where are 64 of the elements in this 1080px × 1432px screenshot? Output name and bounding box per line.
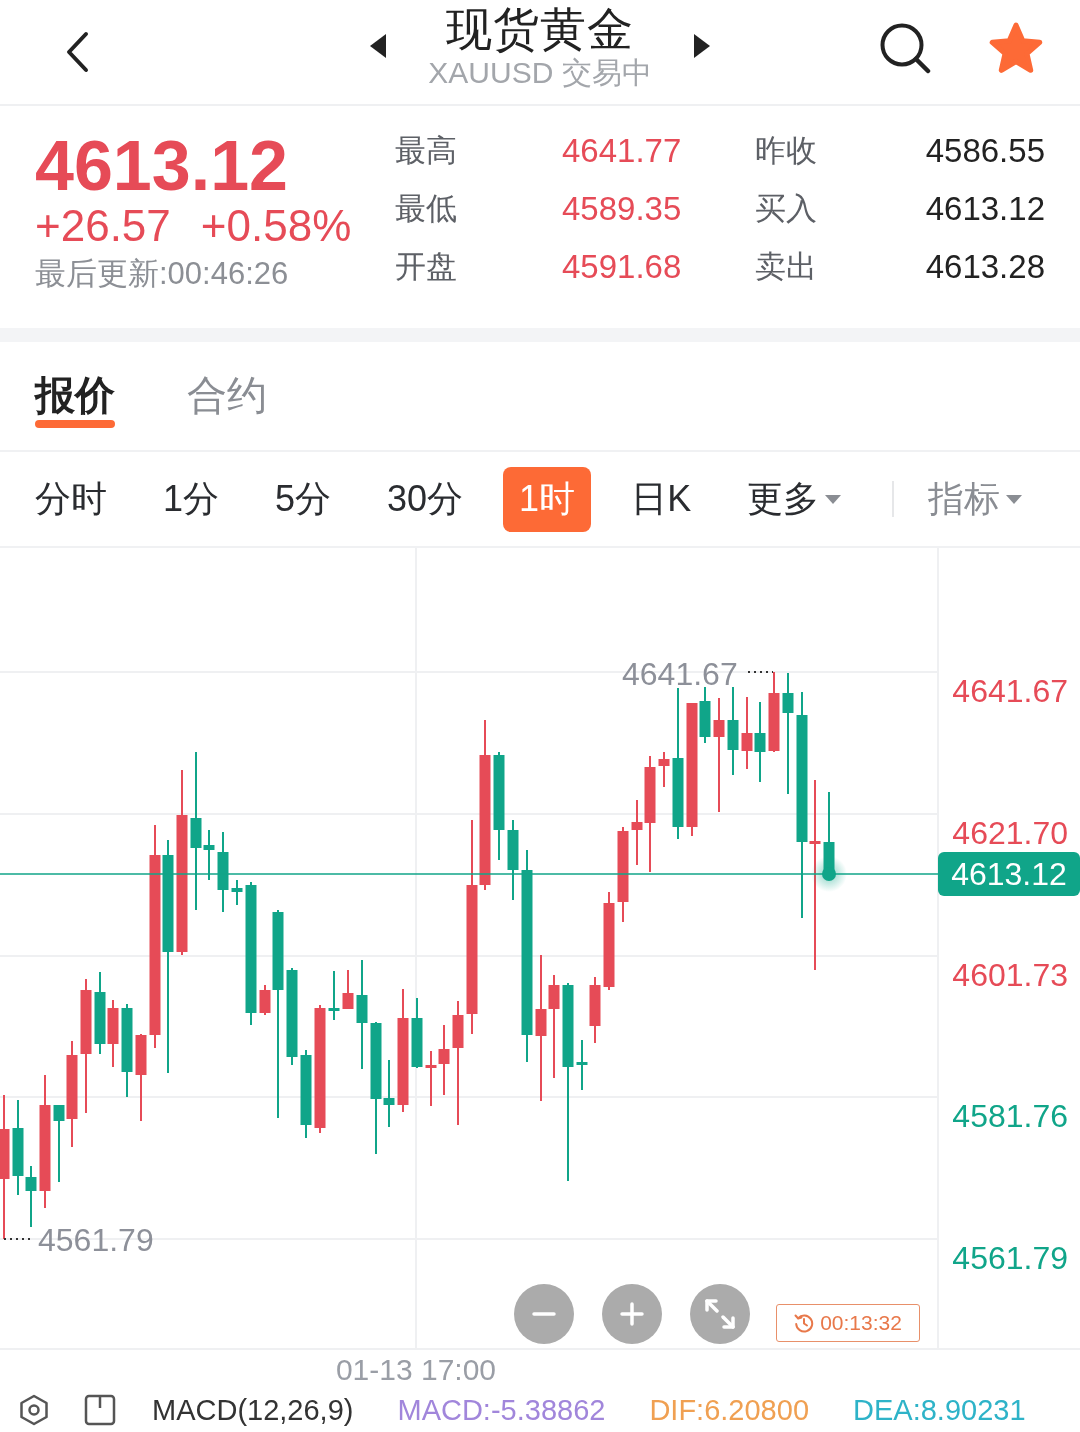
percent-change: +0.58% [200, 202, 352, 250]
candlestick [658, 751, 670, 788]
candlestick [425, 1050, 437, 1107]
high-price-label: 4641.67 [622, 656, 738, 692]
page-title: 现货黄金 [446, 3, 634, 55]
triangle-right-icon[interactable] [693, 34, 710, 58]
update-time: 最后更新:00:46:26 [35, 255, 290, 293]
stat-label: 开盘 [395, 248, 457, 286]
indicator-value: MACD:-5.38862 [397, 1393, 606, 1427]
last-price: 4613.12 [35, 130, 290, 202]
price-axis-label: 4561.79 [952, 1240, 1068, 1276]
price-axis-label: 4581.76 [952, 1098, 1068, 1134]
dotted-leader-line [747, 671, 774, 673]
current-price-tag: 4613.12 [938, 852, 1080, 896]
candlestick [438, 1024, 450, 1096]
search-icon[interactable] [879, 22, 931, 74]
price-axis-label: 4601.73 [952, 957, 1068, 993]
price-change: +26.57 [35, 202, 171, 250]
clock-history-icon [794, 1313, 815, 1333]
plus-icon [620, 1302, 644, 1326]
stat-label: 卖出 [755, 248, 817, 286]
expand-icon [705, 1299, 735, 1329]
candlestick [107, 999, 119, 1068]
stat-label: 昨收 [755, 132, 817, 170]
stat-label: 最高 [395, 132, 457, 170]
period-tab[interactable]: 分时 [19, 466, 123, 532]
stat-value: 4589.35 [562, 190, 682, 228]
candlestick [589, 976, 601, 1044]
candlestick [328, 970, 340, 1021]
candlestick [411, 997, 423, 1069]
period-tab[interactable]: 30分 [371, 466, 480, 532]
minus-icon [532, 1312, 556, 1316]
price-axis-label: 4621.70 [952, 815, 1068, 851]
countdown-text: 00:13:32 [820, 1311, 902, 1335]
stat-value: 4591.68 [562, 248, 682, 286]
indicator-name: MACD(12,26,9) [152, 1393, 354, 1427]
stat-value: 4613.28 [925, 248, 1045, 286]
tab[interactable]: 报价 [35, 371, 115, 428]
chevron-left-icon[interactable] [64, 31, 90, 73]
indicator-value: DEA:8.90231 [853, 1393, 1026, 1427]
period-tab[interactable]: 5分 [259, 466, 348, 532]
stat-value: 4613.12 [925, 190, 1045, 228]
dropdown-button[interactable]: 更多 [731, 466, 858, 532]
stat-label: 买入 [755, 190, 817, 228]
low-price-label: 4561.79 [38, 1222, 154, 1258]
time-axis-label: 01-13 17:00 [335, 1352, 497, 1388]
star-icon[interactable] [989, 22, 1043, 74]
square-icon[interactable] [84, 1394, 116, 1426]
triangle-left-icon[interactable] [370, 34, 387, 58]
stat-value: 4641.77 [562, 132, 682, 170]
page-subtitle: XAUUSD 交易中 [428, 55, 652, 91]
indicator-value: DIF:6.20800 [649, 1393, 809, 1427]
glow-dot-icon [811, 856, 847, 892]
caret-down-icon [825, 494, 842, 504]
stat-label: 最低 [395, 190, 457, 228]
candlestick [231, 879, 243, 906]
period-tab[interactable]: 日K [615, 466, 708, 532]
stat-value: 4586.55 [925, 132, 1045, 170]
hexagon-icon[interactable] [18, 1394, 50, 1426]
period-tab[interactable]: 1分 [147, 466, 236, 532]
price-axis-label: 4641.67 [952, 673, 1068, 709]
candlestick [576, 1039, 588, 1091]
caret-down-icon [1006, 494, 1023, 504]
candlestick [342, 969, 354, 1009]
